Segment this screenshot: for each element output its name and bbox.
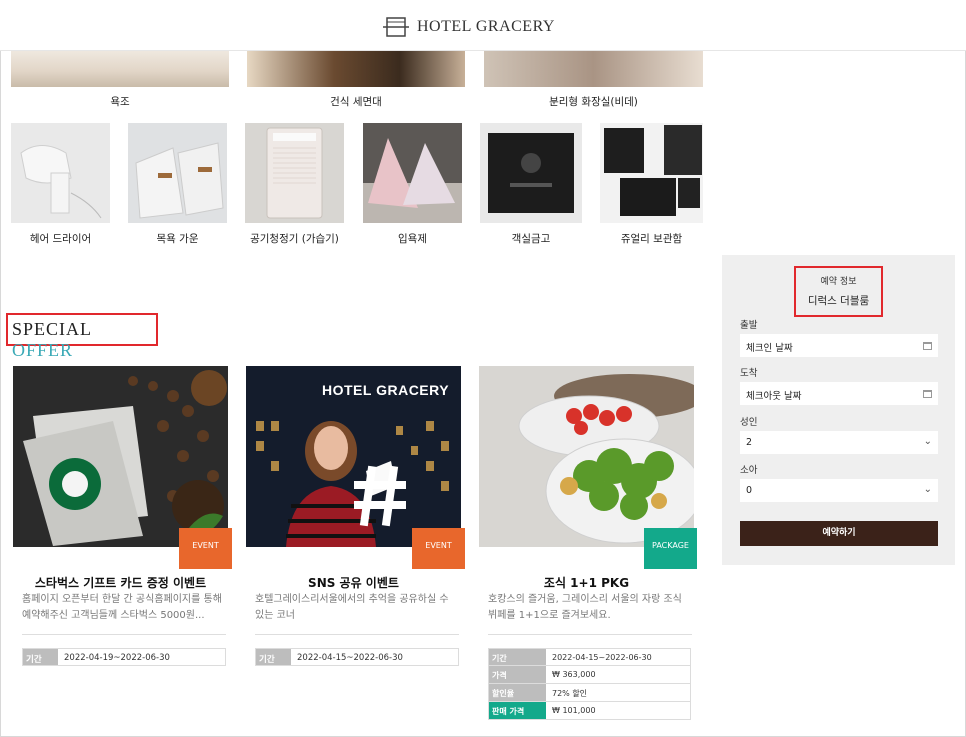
row-label: 판매 가격: [489, 702, 546, 719]
package-badge: PACKAGE: [644, 528, 697, 569]
children-label: 소아: [740, 465, 758, 476]
separate-toilet-image: [484, 51, 703, 87]
reservation-heading: 예약 정보: [820, 277, 857, 287]
package-price-table: 기간 2022-04-15~2022-06-30 가격 ₩ 363,000 할인…: [488, 648, 691, 720]
row-value: ₩ 363,000: [552, 670, 596, 679]
children-value: 0: [746, 485, 753, 496]
hotel-logo-icon: [383, 17, 409, 37]
row-label: 가격: [489, 666, 546, 683]
row-value: 2022-04-15~2022-06-30: [552, 653, 652, 662]
bath-salt-image: [363, 123, 462, 223]
divider: [22, 634, 226, 635]
checkout-date-field[interactable]: 체크아웃 날짜: [740, 382, 938, 405]
hotel-logo[interactable]: HOTEL GRACERY: [383, 15, 555, 39]
offer-title[interactable]: 스타벅스 기프트 카드 증정 이벤트: [13, 574, 228, 591]
chevron-down-icon: ⌄: [923, 436, 932, 447]
offer-title[interactable]: SNS 공유 이벤트: [246, 574, 461, 591]
reserve-button[interactable]: 예약하기: [740, 521, 938, 546]
offer-title[interactable]: 조식 1+1 PKG: [479, 574, 694, 591]
adults-value: 2: [746, 437, 753, 448]
amenity-caption-toilet: 분리형 화장실(비데): [549, 96, 638, 108]
table-row: 판매 가격 ₩ 101,000: [488, 702, 691, 720]
calendar-icon[interactable]: [923, 342, 932, 350]
special-offer-title-a: SPECIAL: [12, 319, 92, 339]
bath-robe-image: [128, 123, 227, 223]
divider: [488, 634, 692, 635]
offer-description: 호캉스의 즐거움, 그레이스리 서울의 자랑 조식 뷔페를 1+1으로 즐겨보세…: [488, 594, 682, 621]
amenity-caption-air-purifier: 공기청정기 (가습기): [250, 233, 339, 245]
special-offer-title: SPECIAL OFFER: [6, 313, 158, 360]
jewelry-box-image: [600, 123, 703, 223]
hotel-sign: HOTEL GRACERY: [322, 382, 450, 398]
amenity-caption-bath-salt: 입욕제: [398, 233, 427, 245]
amenity-caption-washbasin: 건식 세면대: [330, 96, 382, 108]
special-offer-title-b: OFFER: [12, 340, 74, 360]
dry-washbasin-image: [247, 51, 465, 87]
period-label: 기간: [23, 649, 58, 665]
offer-description: 호텔그레이스리서울에서의 추억을 공유하실 수 있는 코너: [255, 594, 449, 621]
period-label: 기간: [256, 649, 291, 665]
row-label: 할인율: [489, 684, 546, 701]
period-row: 기간 2022-04-15~2022-06-30: [255, 648, 459, 666]
row-value: 72% 할인: [552, 689, 588, 698]
offer-description: 홈페이지 오픈부터 한달 간 공식홈페이지를 통해 예약해주신 고객님들께 스타…: [22, 594, 222, 621]
reservation-summary: 예약 정보 디럭스 더블룸: [794, 266, 883, 317]
table-row: 기간 2022-04-15~2022-06-30: [488, 648, 691, 666]
adults-select[interactable]: 2 ⌄: [740, 431, 938, 454]
row-label: 기간: [489, 649, 546, 665]
period-value: 2022-04-19~2022-06-30: [64, 653, 170, 663]
hair-dryer-image: [11, 123, 110, 223]
starbucks-card-image[interactable]: [13, 366, 228, 547]
event-badge: EVENT: [179, 528, 232, 569]
amenity-caption-room-safe: 객실금고: [511, 233, 551, 245]
checkin-value: 체크인 날짜: [746, 343, 793, 354]
amenity-caption-jewelry-box: 쥬얼리 보관함: [620, 233, 683, 245]
room-name: 디럭스 더블룸: [807, 295, 870, 307]
checkout-label: 도착: [740, 368, 758, 379]
room-safe-image: [480, 123, 582, 223]
event-badge: EVENT: [412, 528, 465, 569]
sns-event-image[interactable]: HOTEL GRACERY: [246, 366, 461, 547]
table-row: 할인율 72% 할인: [488, 684, 691, 702]
table-row: 가격 ₩ 363,000: [488, 666, 691, 684]
divider: [255, 634, 459, 635]
period-row: 기간 2022-04-19~2022-06-30: [22, 648, 226, 666]
children-select[interactable]: 0 ⌄: [740, 479, 938, 502]
air-purifier-image: [245, 123, 344, 223]
row-value: ₩ 101,000: [552, 706, 596, 715]
calendar-icon[interactable]: [923, 390, 932, 398]
amenity-caption-hair-dryer: 헤어 드라이어: [29, 233, 92, 245]
checkin-label: 출발: [740, 320, 758, 331]
breakfast-package-image[interactable]: [479, 366, 694, 547]
period-value: 2022-04-15~2022-06-30: [297, 653, 403, 663]
adults-label: 성인: [740, 417, 758, 428]
checkin-date-field[interactable]: 체크인 날짜: [740, 334, 938, 357]
logo-text: HOTEL GRACERY: [417, 18, 555, 35]
reservation-panel: 예약 정보 디럭스 더블룸 출발 체크인 날짜 도착 체크아웃 날짜 성인 2 …: [722, 255, 955, 565]
checkout-value: 체크아웃 날짜: [746, 391, 802, 402]
chevron-down-icon: ⌄: [923, 484, 932, 495]
site-header: HOTEL GRACERY: [0, 0, 966, 51]
amenity-caption-bathtub: 욕조: [110, 96, 130, 108]
amenity-caption-bath-robe: 목욕 가운: [156, 233, 199, 245]
bathtub-image: [11, 51, 229, 87]
